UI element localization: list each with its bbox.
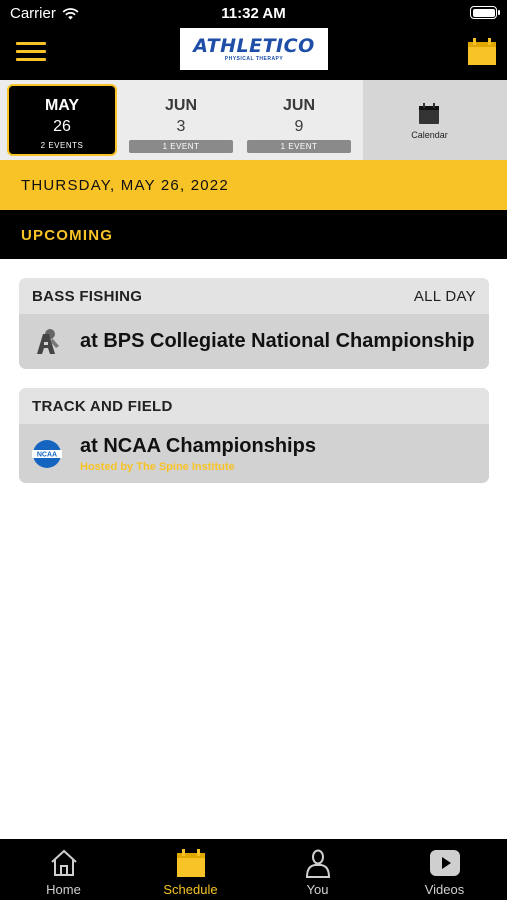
app-header: ATHLETICO PHYSICAL THERAPY [0,28,507,80]
team-logo-icon [37,329,59,354]
event-card-body: at BPS Collegiate National Championship [19,314,489,369]
tab-label: Home [46,882,81,897]
ncaa-logo-icon: NCAA [32,440,62,468]
tab-label: Videos [424,882,465,897]
home-icon [51,849,77,876]
event-count-badge: 2 EVENTS [40,141,84,150]
selected-date-label: THURSDAY, MAY 26, 2022 [21,177,229,194]
date-item-may-26[interactable]: MAY 26 2 EVENTS [7,84,117,156]
play-icon [430,850,460,876]
selected-date-banner: THURSDAY, MAY 26, 2022 [0,160,507,210]
date-month: JUN [164,97,197,114]
event-card[interactable]: TRACK AND FIELD NCAA at NCAA Championshi… [19,388,489,483]
event-count-badge: 1 EVENT [247,140,351,153]
event-time: ALL DAY [413,288,476,305]
tab-label: You [306,882,329,897]
date-item-jun-3[interactable]: JUN 3 1 EVENT [126,84,236,156]
tab-videos[interactable]: Videos [381,839,507,900]
calendar-icon[interactable] [467,38,497,66]
logo-subtext: PHYSICAL THERAPY [224,56,284,62]
status-bar: Carrier 11:32 AM [0,0,507,28]
event-title: at BPS Collegiate National Championship [80,330,475,352]
event-count-badge: 1 EVENT [129,140,233,153]
section-label: UPCOMING [21,227,114,244]
tab-bar: Home Schedule You Videos [0,839,507,900]
event-card-header: BASS FISHING ALL DAY [19,278,489,314]
event-title: at NCAA Championships [80,435,316,457]
status-time: 11:32 AM [221,5,286,22]
date-day: 26 [53,118,71,135]
event-card-body: NCAA at NCAA Championships Hosted by The… [19,424,489,483]
schedule-calendar-icon [177,849,205,877]
date-strip: MAY 26 2 EVENTS JUN 3 1 EVENT JUN 9 1 EV… [0,80,507,160]
tab-you[interactable]: You [254,839,381,900]
event-sport: TRACK AND FIELD [32,398,173,415]
logo-text: ATHLETICO [193,35,315,57]
date-day: 3 [176,118,186,135]
event-host: Hosted by The Spine Institute [80,461,235,473]
calendar-icon [419,103,439,124]
date-month: JUN [282,97,315,114]
ncaa-logo-text: NCAA [37,452,57,459]
tab-home[interactable]: Home [0,839,127,900]
date-month: MAY [44,97,80,114]
app-logo: ATHLETICO PHYSICAL THERAPY [180,28,328,70]
date-day: 9 [294,118,304,135]
event-card[interactable]: BASS FISHING ALL DAY at BPS Collegiate N… [19,278,489,369]
person-icon [305,849,331,878]
tab-label: Schedule [163,882,218,897]
event-card-header: TRACK AND FIELD [19,388,489,424]
tab-schedule[interactable]: Schedule [127,839,254,900]
section-header: UPCOMING [0,210,507,259]
event-sport: BASS FISHING [32,288,143,305]
battery-icon [470,6,500,19]
calendar-button[interactable]: Calendar [363,80,507,160]
date-item-jun-9[interactable]: JUN 9 1 EVENT [244,84,354,156]
calendar-label: Calendar [411,130,448,140]
menu-icon[interactable] [16,42,46,62]
